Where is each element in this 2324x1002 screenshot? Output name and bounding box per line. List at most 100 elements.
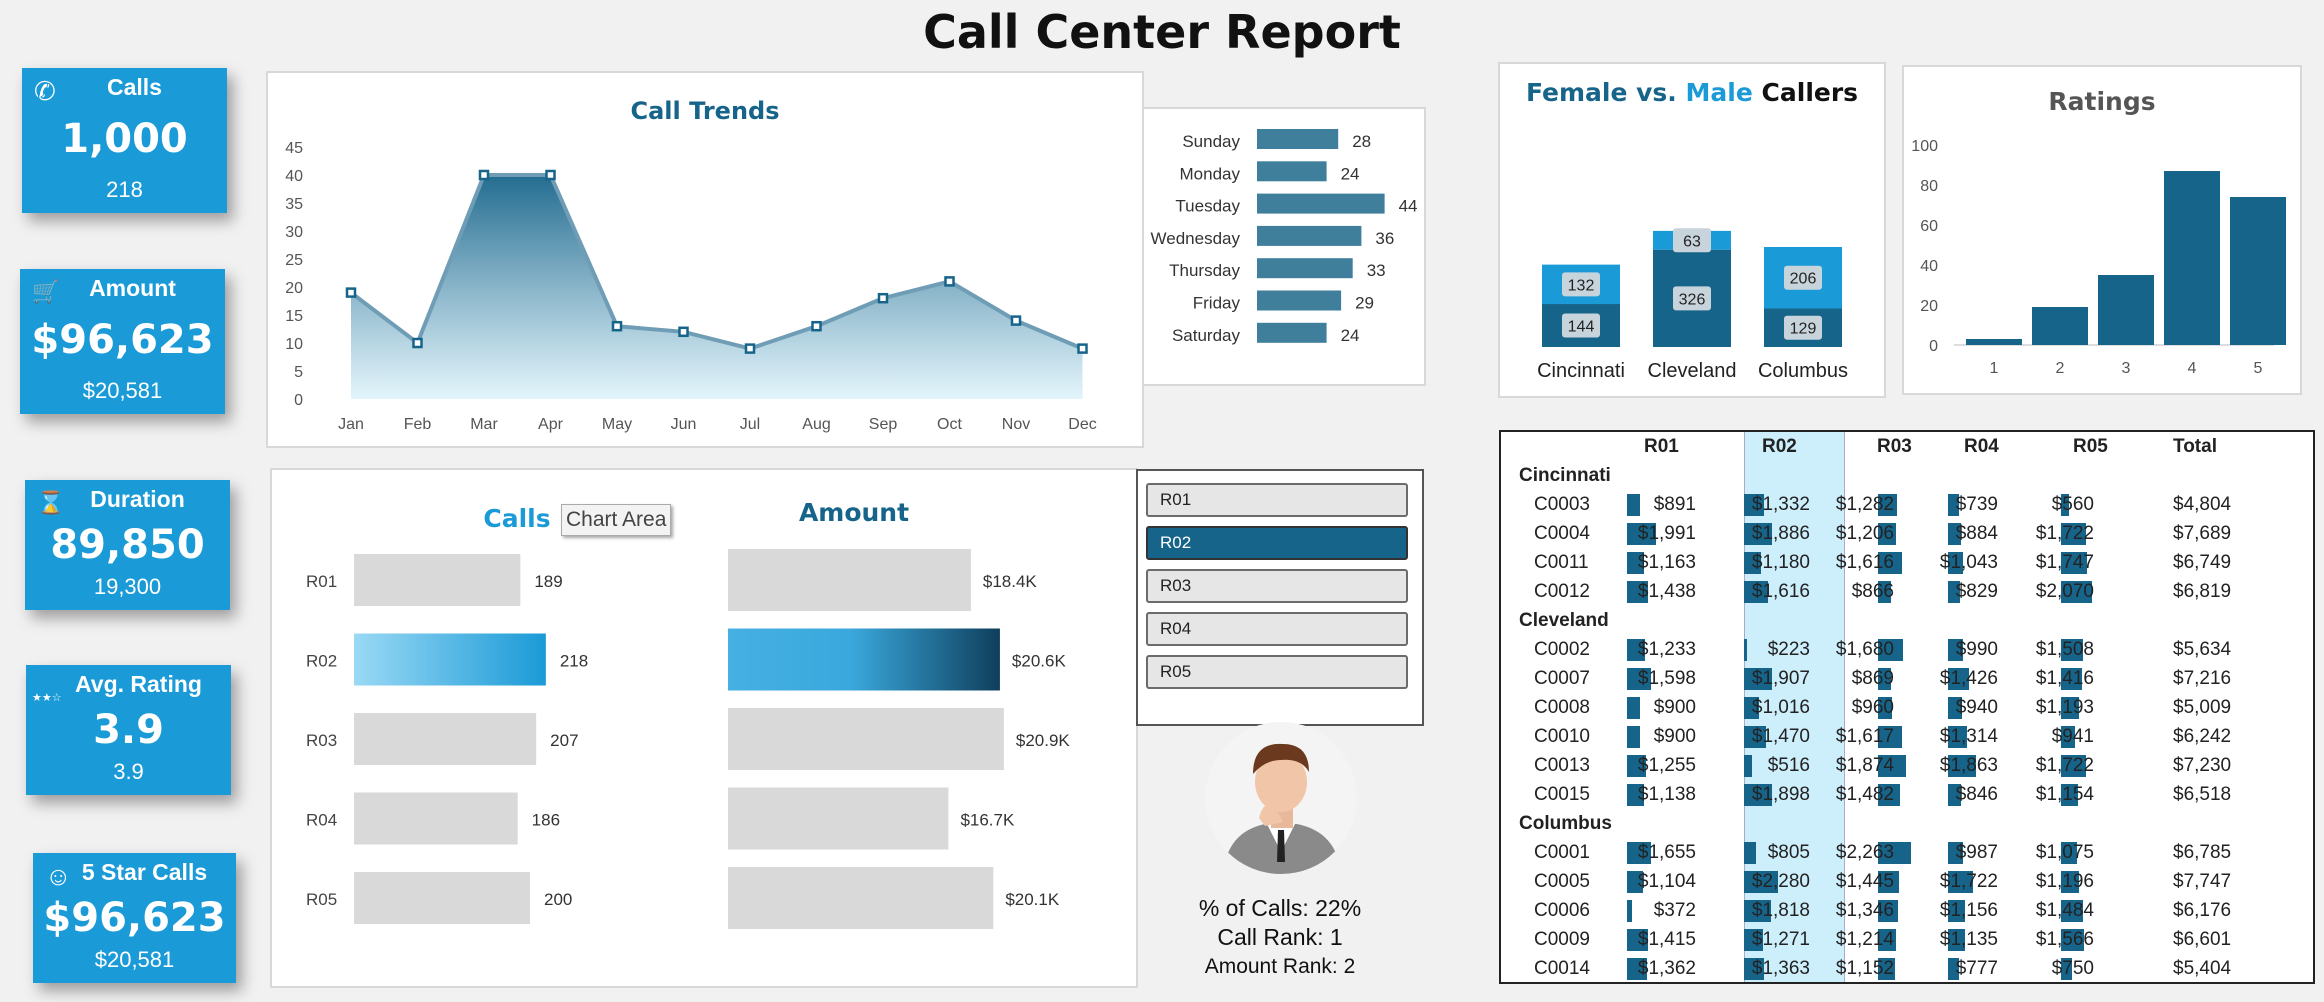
kpi-sub-value: 3.9 [113, 759, 144, 784]
amount-cell: $1,898 [1751, 784, 1810, 805]
customer-amount-table: R01 R02 R03 R04 R05 Total Cincinnati C0003 $891 $… [1499, 430, 2315, 984]
y-tick-label: 30 [285, 224, 303, 241]
female-value-label: 129 [1790, 321, 1817, 338]
weekday-bar [1257, 193, 1385, 214]
amount-bar [728, 787, 949, 850]
slicer-item-r01[interactable]: R01 [1146, 483, 1408, 517]
calls-value-label: 200 [544, 890, 572, 909]
slicer-item-r03[interactable]: R03 [1146, 569, 1408, 603]
rep-stats: % of Calls: 22% Call Rank: 1 Amount Rank… [1140, 894, 1420, 981]
rep-label: R02 [306, 652, 337, 671]
amount-cell: $1,043 [1939, 552, 1998, 573]
rating-bar [2032, 307, 2088, 345]
calls-value-label: 186 [532, 811, 560, 830]
amount-value-label: $20.9K [1016, 731, 1071, 750]
weekday-value-label: 24 [1341, 164, 1360, 183]
customer-id: C0008 [1534, 697, 1590, 718]
x-tick-label: Dec [1068, 416, 1096, 433]
amount-cell: $1,598 [1637, 668, 1696, 689]
x-tick-label: 2 [2056, 360, 2065, 377]
city-label: Cincinnati [1537, 360, 1625, 382]
amount-cell: $1,680 [1835, 639, 1894, 660]
amount-cell: $1,416 [2035, 668, 2094, 689]
page-title: Call Center Report [923, 5, 1401, 59]
y-tick-label: 40 [1920, 258, 1938, 275]
rep-label: R05 [306, 890, 337, 909]
weekday-value-label: 36 [1375, 229, 1394, 248]
amount-cell: $900 [1653, 697, 1696, 718]
rep-comparison-chart[interactable]: Calls Amount Chart Area R01 189 $18.4K R02 2… [270, 468, 1138, 988]
total-cell: $6,601 [2173, 929, 2232, 950]
y-tick-label: 0 [294, 392, 303, 409]
amount-cell: $829 [1955, 581, 1998, 602]
rep-slicer: R01 R02 R03 R04 R05 [1136, 469, 1424, 726]
y-tick-label: 10 [285, 336, 303, 353]
ratings-chart[interactable]: Ratings 0 20 40 60 80 100 1 2 3 4 5 [1902, 65, 2302, 395]
amount-cell: $1,016 [1751, 697, 1810, 718]
weekday-value-label: 29 [1355, 294, 1374, 313]
amount-cell: $960 [1851, 697, 1894, 718]
total-cell: $6,819 [2173, 581, 2232, 602]
amount-cell: $1,484 [2035, 900, 2094, 921]
amount-cell: $1,362 [1637, 958, 1696, 979]
amount-value-label: $20.1K [1005, 890, 1060, 909]
x-tick-label: 1 [1990, 360, 1999, 377]
column-header-r03: R03 [1877, 436, 1912, 457]
x-tick-label: Jan [338, 416, 364, 433]
group-header-cincinnati: Cincinnati [1519, 465, 1611, 486]
group-header-columbus: Columbus [1519, 813, 1612, 834]
amount-cell: $987 [1955, 842, 1998, 863]
x-tick-label: 4 [2188, 360, 2197, 377]
ratings-plot: 0 20 40 60 80 100 1 2 3 4 5 [1911, 138, 2286, 377]
rep-comparison-plot: R01 189 $18.4K R02 218 $20.6K R03 207 $20.9K R04 1… [306, 549, 1071, 929]
customer-id: C0009 [1534, 929, 1590, 950]
amount-cell: $1,907 [1751, 668, 1810, 689]
call-trends-chart[interactable]: Call Trends 0 5 10 15 20 25 30 35 40 45 Jan Feb Mar A… [266, 71, 1144, 448]
weekday-label: Saturday [1172, 326, 1241, 345]
total-cell: $5,009 [2173, 697, 2232, 718]
amount-cell: $1,233 [1637, 639, 1696, 660]
customer-id: C0006 [1534, 900, 1590, 921]
kpi-label: Avg. Rating [75, 671, 202, 697]
trend-point [412, 337, 423, 349]
y-tick-label: 15 [285, 308, 303, 325]
amount-cell: $1,152 [1835, 958, 1894, 979]
amount-cell: $1,163 [1637, 552, 1696, 573]
x-tick-label: May [602, 416, 632, 433]
city-label: Columbus [1758, 360, 1848, 382]
female-value-label: 144 [1568, 319, 1595, 336]
amount-cell: $1,332 [1751, 494, 1810, 515]
customer-id: C0007 [1534, 668, 1590, 689]
kpi-value: $96,623 [31, 317, 214, 363]
amount-cell: $1,135 [1939, 929, 1998, 950]
call-trends-plot: 0 5 10 15 20 25 30 35 40 45 Jan Feb Mar Apr May Jun Jul A… [285, 140, 1097, 433]
trend-point [678, 326, 689, 338]
trend-point [478, 169, 490, 181]
amount-cell: $884 [1955, 523, 1998, 544]
weekday-label: Sunday [1182, 132, 1240, 151]
total-cell: $6,749 [2173, 552, 2232, 573]
slicer-item-r02[interactable]: R02 [1146, 526, 1408, 560]
rep-label: R03 [306, 731, 337, 750]
amount-cell: $1,991 [1637, 523, 1696, 544]
amount-cell: $739 [1955, 494, 1998, 515]
gender-callers-chart[interactable]: Female vs. Male Callers 144 132 Cincinnati… [1498, 62, 1886, 398]
amount-cell: $1,415 [1637, 929, 1696, 950]
slicer-item-r04[interactable]: R04 [1146, 612, 1408, 646]
weekday-bar [1257, 225, 1362, 246]
amount-cell: $866 [1851, 581, 1894, 602]
customer-id: C0003 [1534, 494, 1590, 515]
y-tick-label: 20 [1920, 298, 1938, 315]
weekday-value-label: 44 [1399, 197, 1418, 216]
person-icon [1205, 722, 1357, 874]
slicer-item-r05[interactable]: R05 [1146, 655, 1408, 689]
rep-label: R01 [306, 572, 337, 591]
amount-cell: $1,508 [2035, 639, 2094, 660]
weekday-calls-chart[interactable]: Sunday 28 Monday 24 Tuesday 44 Wednesday 36 Thur… [1142, 107, 1426, 386]
weekday-bar [1257, 129, 1339, 149]
total-cell: $6,242 [2173, 726, 2232, 747]
weekday-bar [1257, 322, 1327, 343]
amount-cell: $846 [1955, 784, 1998, 805]
kpi-value: 89,850 [50, 522, 205, 568]
amount-cell: $990 [1955, 639, 1998, 660]
